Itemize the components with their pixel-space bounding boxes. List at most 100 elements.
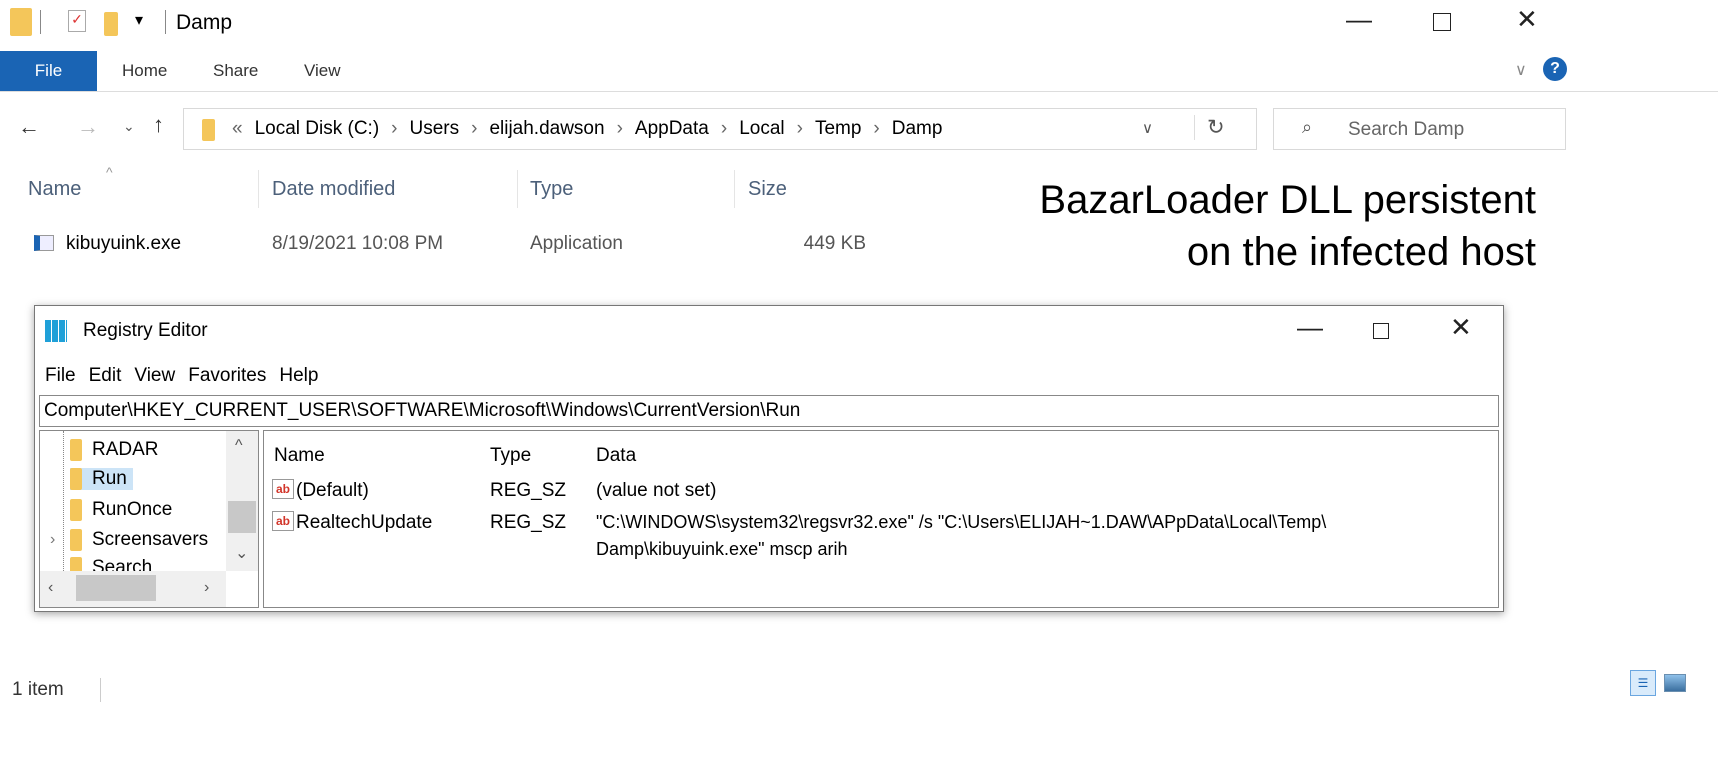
value-data-continued: Damp\kibuyuink.exe" mscp arih (596, 539, 848, 559)
menu-file[interactable]: File (45, 365, 76, 387)
overflow-icon[interactable]: « (232, 118, 243, 140)
tab-share[interactable]: Share (213, 61, 258, 81)
refresh-icon[interactable]: ↻ (1194, 115, 1225, 140)
divider (40, 10, 41, 34)
folder-icon (10, 8, 32, 36)
properties-icon[interactable]: ✓ (68, 10, 86, 32)
file-row[interactable]: kibuyuink.exe 8/19/2021 10:08 PM Applica… (20, 226, 880, 260)
value-row[interactable]: ab (Default) REG_SZ (value not set) (264, 475, 1464, 505)
window-title: Damp (176, 11, 233, 34)
file-date: 8/19/2021 10:08 PM (272, 233, 444, 254)
file-type: Application (530, 233, 623, 254)
tree-item-run[interactable]: Run (70, 468, 133, 490)
forward-button[interactable]: → (77, 114, 99, 140)
values-list: Name Type Data ab (Default) REG_SZ (valu… (263, 430, 1499, 608)
file-size: 449 KB (803, 233, 866, 254)
tree-vertical-scrollbar[interactable]: ^ ⌄ (226, 431, 258, 571)
regedit-icon (45, 320, 67, 342)
value-data: (value not set) (596, 480, 717, 501)
tab-home[interactable]: Home (122, 61, 167, 81)
tree-horizontal-scrollbar[interactable]: ‹ › (40, 571, 226, 607)
crumb-temp[interactable]: Temp (815, 118, 861, 140)
recent-locations-icon[interactable]: ⌄ (123, 118, 135, 135)
value-row[interactable]: ab RealtechUpdate REG_SZ "C:\WINDOWS\sys… (264, 507, 1494, 567)
menu-edit[interactable]: Edit (89, 365, 122, 387)
tree-line (63, 431, 64, 581)
file-name: kibuyuink.exe (66, 233, 182, 254)
scroll-thumb[interactable] (228, 501, 256, 533)
up-button[interactable]: ↑ (153, 112, 164, 138)
address-bar[interactable]: « Local Disk (C:) › Users › elijah.dawson ›… (183, 108, 1257, 150)
divider (100, 678, 101, 702)
regedit-close-button[interactable]: ✕ (1450, 312, 1472, 343)
column-data[interactable]: Data (596, 445, 636, 467)
column-divider (258, 170, 259, 208)
crumb-user[interactable]: elijah.dawson (489, 118, 604, 140)
column-date[interactable]: Date modified (272, 178, 395, 201)
crumb-damp[interactable]: Damp (892, 118, 943, 140)
tree-item-search[interactable]: Search (70, 557, 152, 571)
regedit-title: Registry Editor (83, 320, 208, 341)
value-type: REG_SZ (490, 512, 567, 533)
scroll-left-icon[interactable]: ‹ (48, 579, 53, 597)
search-icon: ⌕ (1302, 117, 1313, 137)
minimize-button[interactable]: — (1346, 4, 1372, 35)
expand-ribbon-icon[interactable]: ∨ (1515, 60, 1527, 80)
folder-icon (202, 119, 215, 141)
menu-favorites[interactable]: Favorites (188, 365, 266, 387)
scroll-thumb[interactable] (76, 575, 156, 601)
column-size[interactable]: Size (748, 178, 787, 201)
column-name[interactable]: Name (28, 178, 81, 201)
key-tree: RADAR Run RunOnce Screensavers › Search … (39, 430, 259, 608)
tab-file[interactable]: File (0, 51, 97, 91)
scroll-right-icon[interactable]: › (204, 579, 209, 597)
value-name: RealtechUpdate (296, 512, 433, 533)
address-dropdown-icon[interactable]: ∨ (1142, 119, 1153, 137)
value-data: "C:\WINDOWS\system32\regsvr32.exe" /s "C… (596, 512, 1327, 532)
string-value-icon: ab (272, 479, 294, 499)
column-type[interactable]: Type (490, 445, 531, 467)
divider (165, 10, 166, 34)
crumb-local-disk[interactable]: Local Disk (C:) (255, 118, 380, 140)
sort-ascending-icon: ^ (106, 164, 113, 180)
column-divider (517, 170, 518, 208)
registry-editor-window: Registry Editor — ✕ File Edit View Favor… (34, 305, 1504, 612)
application-icon (34, 235, 54, 251)
help-icon[interactable]: ? (1543, 57, 1567, 81)
column-name[interactable]: Name (274, 445, 325, 467)
tab-view[interactable]: View (304, 61, 341, 81)
value-name: (Default) (296, 480, 369, 501)
value-type: REG_SZ (490, 480, 567, 501)
annotation: BazarLoader DLL persistent on the infect… (1039, 174, 1536, 278)
ribbon-divider (0, 91, 1718, 92)
regedit-minimize-button[interactable]: — (1297, 312, 1323, 343)
crumb-local[interactable]: Local (739, 118, 784, 140)
tree-item-screensavers[interactable]: Screensavers (70, 529, 225, 551)
close-button[interactable]: ✕ (1516, 4, 1538, 35)
scroll-down-icon[interactable]: ⌄ (235, 543, 248, 563)
maximize-button[interactable] (1433, 13, 1451, 31)
crumb-users[interactable]: Users (409, 118, 459, 140)
tree-item-radar[interactable]: RADAR (70, 439, 159, 461)
menu-help[interactable]: Help (279, 365, 318, 387)
crumb-appdata[interactable]: AppData (635, 118, 709, 140)
tree-item-runonce[interactable]: RunOnce (70, 499, 172, 521)
quick-access-dropdown-icon[interactable]: ▾ (135, 10, 143, 30)
large-icons-view-button[interactable] (1664, 674, 1686, 692)
scroll-up-icon[interactable]: ^ (235, 437, 243, 455)
details-view-button[interactable]: ☰ (1630, 670, 1656, 696)
string-value-icon: ab (272, 511, 294, 531)
annotation-line-2: on the infected host (1186, 230, 1536, 274)
column-divider (734, 170, 735, 208)
back-button[interactable]: ← (18, 114, 40, 140)
menu-view[interactable]: View (134, 365, 175, 387)
registry-path-bar[interactable]: Computer\HKEY_CURRENT_USER\SOFTWARE\Micr… (39, 395, 1499, 427)
annotation-line-1: BazarLoader DLL persistent (1039, 178, 1536, 222)
status-item-count: 1 item (12, 679, 64, 700)
regedit-maximize-button[interactable] (1373, 323, 1389, 339)
search-placeholder: Search Damp (1348, 119, 1465, 140)
search-input[interactable]: ⌕ Search Damp (1273, 108, 1566, 150)
column-type[interactable]: Type (530, 178, 573, 201)
expand-icon[interactable]: › (50, 531, 55, 549)
new-folder-icon[interactable] (104, 12, 118, 41)
